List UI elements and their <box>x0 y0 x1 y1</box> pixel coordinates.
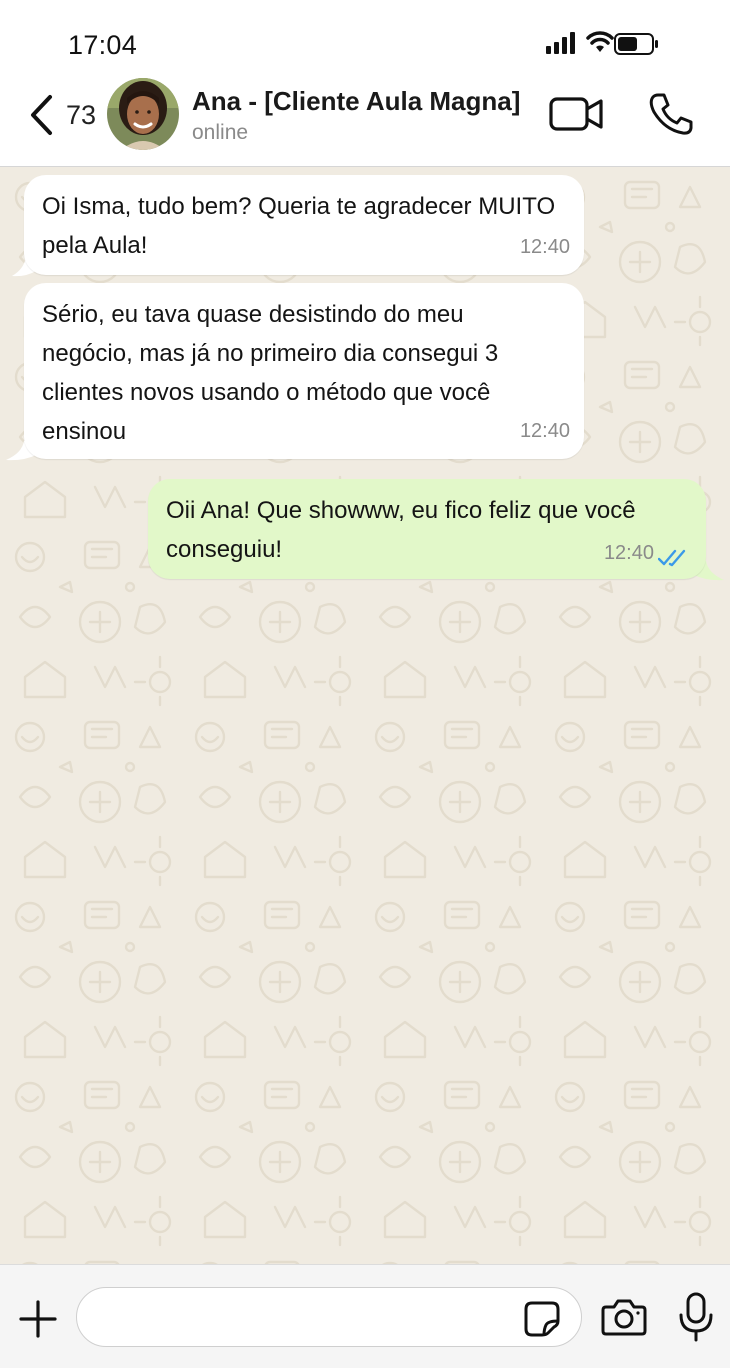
contact-info[interactable]: Ana - [Cliente Aula Magna] online <box>192 86 520 145</box>
video-call-button[interactable] <box>548 92 606 136</box>
back-button[interactable]: 73 <box>24 88 104 144</box>
camera-button[interactable] <box>600 1297 648 1337</box>
sticker-button[interactable] <box>522 1299 562 1339</box>
contact-status: online <box>192 121 249 144</box>
mic-button[interactable] <box>676 1291 716 1343</box>
camera-icon <box>601 1299 647 1336</box>
video-camera-icon <box>549 97 603 131</box>
voice-call-button[interactable] <box>646 90 696 138</box>
message-bubble-incoming[interactable]: Oi Isma, tudo bem? Queria te agradecer M… <box>24 175 584 275</box>
battery-icon <box>614 33 658 55</box>
chevron-left-icon <box>31 95 52 135</box>
message-text: Oi Isma, tudo bem? Queria te agradecer M… <box>42 193 556 259</box>
microphone-icon <box>679 1292 713 1342</box>
message-time: 12:40 <box>519 420 570 442</box>
chat-area[interactable]: Oi Isma, tudo bem? Queria te agradecer M… <box>0 167 730 1264</box>
double-check-read-icon <box>658 549 686 567</box>
contact-name: Ana - [Cliente Aula Magna] <box>192 86 521 116</box>
sticker-icon <box>524 1301 560 1337</box>
avatar[interactable] <box>107 78 179 150</box>
status-bar: 17:04 <box>0 0 730 70</box>
plus-icon <box>19 1300 57 1338</box>
signal-icon <box>546 32 575 54</box>
input-bar <box>0 1264 730 1368</box>
message-input[interactable] <box>76 1287 582 1347</box>
phone-icon <box>649 93 693 135</box>
message-bubble-outgoing[interactable]: Oii Ana! Que showww, eu fico feliz que v… <box>148 479 706 579</box>
status-time: 17:04 <box>68 30 138 60</box>
attach-button[interactable] <box>18 1299 58 1339</box>
message-time: 12:40 <box>603 542 654 564</box>
chat-header: 73 Ana - [Cliente Aula Magna] online <box>0 70 730 167</box>
unread-count: 73 <box>66 100 97 130</box>
message-text: Sério, eu tava quase desistindo do meu n… <box>42 301 499 445</box>
message-bubble-incoming[interactable]: Sério, eu tava quase desistindo do meu n… <box>24 283 584 459</box>
wifi-icon <box>586 31 614 52</box>
message-time: 12:40 <box>519 236 570 258</box>
contact-photo <box>107 78 179 150</box>
